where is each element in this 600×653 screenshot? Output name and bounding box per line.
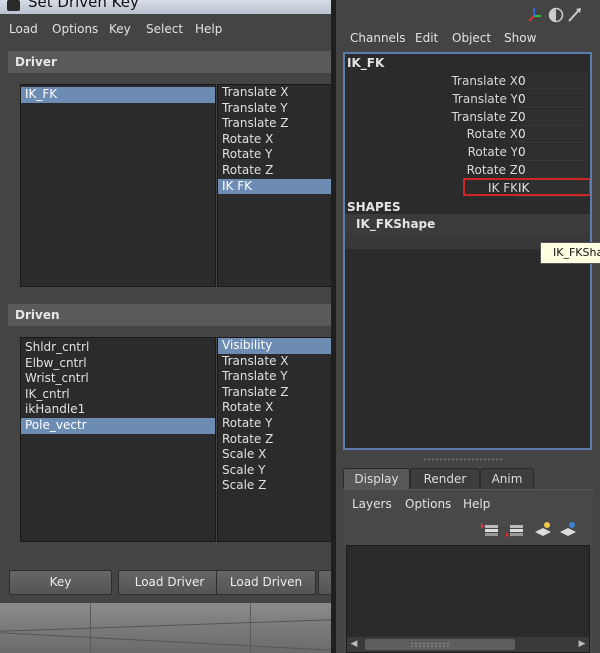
channel-attribute-value-field[interactable]: 0 [517,108,588,126]
shapes-section-header: SHAPES [347,200,401,214]
grid-line [250,603,251,653]
shape-node-row[interactable]: IK_FKShape [345,214,590,234]
menu-layers[interactable]: Layers [352,497,392,511]
channel-attribute-row[interactable]: Translate Z0 [345,108,590,127]
menu-load[interactable]: Load [9,22,38,36]
driver-attribute-list[interactable]: Translate X Translate Y Translate Z Rotate … [217,84,333,287]
channel-attribute-label[interactable]: Rotate X [467,127,518,141]
driver-attribute-item[interactable]: Rotate X [218,132,332,148]
sdk-menubar: Load Options Key Select Help [0,14,333,46]
driver-object-list[interactable]: IK_FK [20,84,216,287]
driven-attribute-item[interactable]: Rotate Y [218,416,332,432]
driven-object-item[interactable]: Shldr_cntrl [21,340,215,356]
menu-layer-help[interactable]: Help [463,497,490,511]
channel-attribute-label[interactable]: Rotate Z [467,163,518,177]
driven-section-header[interactable]: Driven [8,304,333,326]
channel-attribute-value-field[interactable]: 0 [517,144,588,162]
driver-attribute-item[interactable]: IK FK [218,178,332,195]
driven-attribute-item[interactable]: Rotate Z [218,432,332,448]
driven-object-item[interactable]: Elbw_cntrl [21,356,215,372]
scroll-right-icon[interactable]: ▶ [575,637,589,652]
channel-attribute-value-field[interactable]: 0 [517,162,588,179]
channel-attribute-label[interactable]: Rotate Y [468,145,518,159]
menu-options[interactable]: Options [52,22,98,36]
layer-add-icon[interactable] [533,520,553,538]
channel-attribute-row[interactable]: Rotate Y0 [345,144,590,162]
driven-object-item[interactable]: IK_cntrl [21,387,215,403]
half-circle-icon[interactable] [548,7,564,23]
driven-attribute-item[interactable]: Scale Z [218,478,332,494]
layer-add-blue-icon[interactable] [558,520,578,538]
new-layer-selected-icon[interactable] [480,520,500,538]
channel-attribute-label[interactable]: Translate Z [451,110,518,124]
channel-attribute-value-field[interactable]: 0 [517,73,588,90]
axis-icon[interactable] [528,8,541,22]
channel-attribute-label[interactable]: Translate X [451,74,518,88]
tab-render[interactable]: Render [410,468,480,490]
scroll-thumb[interactable] [365,639,515,650]
grid-line [90,603,91,653]
menu-select[interactable]: Select [146,22,183,36]
window-titlebar[interactable]: Set Driven Key [0,0,333,14]
tab-display[interactable]: Display [343,468,410,490]
grid-line [0,632,333,651]
channel-attribute-row[interactable]: Translate Y0 [345,90,590,109]
sdk-button-bar: Key Load Driver Load Driven [0,565,333,601]
tab-anim[interactable]: Anim [480,468,534,490]
viewport-background [0,603,333,653]
driver-section-header[interactable]: Driver [8,51,333,73]
panel-resize-grip[interactable] [423,458,503,461]
driven-attribute-item[interactable]: Scale X [218,447,332,463]
new-layer-icon[interactable] [505,520,525,538]
driven-object-list[interactable]: Shldr_cntrl Elbw_cntrl Wrist_cntrl IK_cntrl… [20,337,216,542]
driver-attribute-item[interactable]: Rotate Z [218,163,332,179]
scroll-left-icon[interactable]: ◀ [347,637,361,652]
menu-key[interactable]: Key [109,22,131,36]
channel-box-panel: Channels Edit Object Show IK_FK Translat… [336,0,600,653]
scroll-grip [410,642,450,647]
channel-box-header-icons [526,6,592,23]
maya-app-icon [7,0,20,11]
layer-list[interactable]: ◀ ▶ [346,545,590,653]
shape-tooltip: IK_FKShape [540,242,600,264]
driven-attribute-item[interactable]: Visibility [218,338,332,354]
menu-channels[interactable]: Channels [350,31,406,45]
driver-attribute-item[interactable]: Rotate Y [218,147,332,163]
channel-attribute-value-field[interactable]: 0 [517,90,588,108]
driver-object-item[interactable]: IK_FK [21,87,215,103]
driven-attribute-item[interactable]: Scale Y [218,463,332,479]
horizontal-scrollbar[interactable]: ◀ ▶ [347,637,589,652]
shape-node-name: IK_FKShape [356,217,436,231]
channel-attribute-label[interactable]: Translate Y [452,92,518,106]
driven-object-item[interactable]: ikHandle1 [21,402,215,418]
driven-attribute-item[interactable]: Translate Z [218,385,332,401]
driven-object-item[interactable]: Pole_vectr [21,417,215,434]
driver-attribute-item[interactable]: Translate Y [218,101,332,117]
driven-attribute-item[interactable]: Rotate X [218,400,332,416]
menu-layer-options[interactable]: Options [405,497,451,511]
grid-line [0,619,333,632]
channel-box-object-name[interactable]: IK_FK [347,56,384,70]
menu-edit[interactable]: Edit [415,31,438,45]
menu-help[interactable]: Help [195,22,222,36]
load-driven-button[interactable]: Load Driven [216,570,316,595]
channel-attribute-value-field[interactable]: 0 [517,126,588,144]
layer-editor: Layers Options Help ◀ ▶ [343,489,593,653]
driven-attribute-item[interactable]: Translate Y [218,369,332,385]
driver-attribute-item[interactable]: Translate Z [218,116,332,132]
set-driven-key-window: Set Driven Key Load Options Key Select H… [0,0,333,653]
channel-attribute-row[interactable]: Translate X0 [345,73,590,91]
window-title: Set Driven Key [28,0,139,11]
driven-attribute-list[interactable]: Visibility Translate X Translate Y Translat… [217,337,333,542]
driven-object-item[interactable]: Wrist_cntrl [21,371,215,387]
menu-show[interactable]: Show [504,31,536,45]
menu-object[interactable]: Object [452,31,491,45]
key-button[interactable]: Key [9,570,112,595]
driven-attribute-item[interactable]: Translate X [218,354,332,370]
driver-attribute-item[interactable]: Translate X [218,85,332,101]
arrow-icon[interactable] [568,8,581,22]
load-driver-button[interactable]: Load Driver [118,570,221,595]
ik-fk-highlight-box [463,178,590,196]
channel-attribute-row[interactable]: Rotate X0 [345,126,590,144]
